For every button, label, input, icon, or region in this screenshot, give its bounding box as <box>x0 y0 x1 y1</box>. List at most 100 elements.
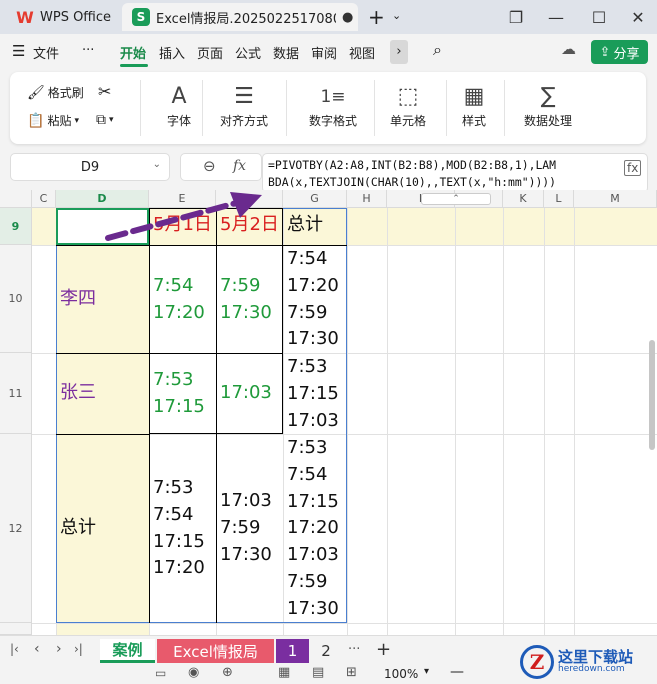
watermark-subtext: heredown.com <box>558 664 625 675</box>
sheet-tab-1[interactable]: 1 <box>276 639 309 663</box>
maximize-button[interactable]: ☐ <box>583 4 615 30</box>
cell-f10[interactable]: 7:59 17:30 <box>216 273 272 327</box>
menu-file[interactable]: 文件 <box>33 43 59 62</box>
paste-button[interactable]: 📋 粘贴 ▾ <box>27 112 79 129</box>
tab-document[interactable]: S Excel情报局.202502251708001 ● <box>122 3 358 31</box>
next-sheet-icon[interactable]: › <box>56 641 62 657</box>
sheet-tab-excel[interactable]: Excel情报局 <box>157 639 274 663</box>
menu-more[interactable]: ··· <box>82 43 94 58</box>
row-header-11[interactable]: 11 <box>0 353 32 434</box>
tab-document-label: Excel情报局.202502251708001 <box>156 11 336 27</box>
add-sheet-icon[interactable]: + <box>376 639 391 660</box>
cell-f11[interactable]: 17:03 <box>216 380 272 407</box>
share-button[interactable]: ⇪ 分享 <box>591 40 648 64</box>
column-header-m[interactable]: M <box>574 190 657 208</box>
formula-tools: ⊖ fx <box>180 153 262 181</box>
cell-e10[interactable]: 7:54 17:20 <box>149 273 205 327</box>
zoom-dropdown-icon[interactable]: ▾ <box>424 666 429 677</box>
restore-window-icon[interactable]: ❐ <box>500 4 532 30</box>
gridline <box>544 208 545 635</box>
copy-chevron-icon: ▾ <box>109 115 114 125</box>
focus-mode-icon[interactable]: ⊕ <box>222 665 233 680</box>
collapse-formula-icon[interactable]: ⌃ <box>421 193 491 205</box>
share-label: 分享 <box>613 46 640 62</box>
insert-function-icon[interactable]: fx <box>624 160 642 176</box>
cell-f12[interactable]: 17:03 7:59 17:30 <box>216 488 272 568</box>
name-box[interactable]: D9 ⌄ <box>10 153 170 181</box>
page-layout-view-icon[interactable]: ▤ <box>312 665 324 680</box>
eye-protection-icon[interactable]: ◉ <box>188 665 199 680</box>
tab-wps-office[interactable]: W WPS Office <box>4 3 114 31</box>
first-sheet-icon[interactable]: |‹ <box>10 642 19 656</box>
column-header-g[interactable]: G <box>283 190 347 208</box>
paste-label: 粘贴 <box>47 114 72 128</box>
zoom-formula-icon[interactable]: ⊖ <box>203 157 216 175</box>
new-tab-button[interactable]: + <box>368 5 385 29</box>
page-break-view-icon[interactable]: ⊞ <box>346 665 357 680</box>
close-button[interactable]: ✕ <box>622 4 654 30</box>
alignment-group-button[interactable]: ☰ 对齐方式 <box>208 82 280 129</box>
column-header-c[interactable]: C <box>32 190 56 208</box>
cell-g9[interactable]: 总计 <box>283 212 323 239</box>
cell-d11[interactable]: 张三 <box>56 380 96 407</box>
style-group-button[interactable]: ▦ 样式 <box>450 82 498 129</box>
more-sheets-icon[interactable]: ··· <box>348 642 360 657</box>
column-header-k[interactable]: K <box>503 190 544 208</box>
ribbon-divider <box>286 80 287 136</box>
paste-icon: 📋 <box>27 112 45 129</box>
sheet-tab-2[interactable]: 2 <box>311 639 341 663</box>
layout-icon[interactable]: ▭ <box>155 666 166 680</box>
paste-chevron-icon: ▾ <box>74 115 79 126</box>
search-icon[interactable]: ⌕ <box>433 40 442 60</box>
minimize-button[interactable]: — <box>540 4 572 30</box>
cell-e12[interactable]: 7:53 7:54 17:15 17:20 <box>149 475 205 582</box>
tab-list-chevron-icon[interactable]: ⌄ <box>392 9 401 22</box>
ribbon-scroll-right-icon[interactable]: › <box>390 40 408 64</box>
normal-view-icon[interactable]: ▦ <box>278 665 290 680</box>
spreadsheet-grid[interactable]: C D E F G H I J K L M 9 10 11 12 5月1日 5月… <box>0 190 657 635</box>
row-header-9[interactable]: 9 <box>0 208 32 245</box>
format-painter-button[interactable]: 🖌 格式刷 <box>27 84 84 101</box>
cloud-sync-icon[interactable]: ☁ <box>561 40 576 58</box>
cell-g12[interactable]: 7:53 7:54 17:15 17:20 17:03 7:59 17:30 <box>283 435 339 623</box>
fx-icon[interactable]: fx <box>233 158 246 174</box>
column-header-l[interactable]: L <box>544 190 574 208</box>
select-all-corner[interactable] <box>0 190 32 208</box>
menu-view[interactable]: 视图 <box>349 43 375 62</box>
prev-sheet-icon[interactable]: ‹ <box>34 641 40 657</box>
menu-review[interactable]: 审阅 <box>311 43 337 62</box>
pivot-divider <box>56 434 149 435</box>
cell-group-button[interactable]: ⬚ 单元格 <box>378 82 438 129</box>
row-header-10[interactable]: 10 <box>0 245 32 353</box>
sheet-tab-case[interactable]: 案例 <box>100 639 155 663</box>
cell-g11[interactable]: 7:53 17:15 17:03 <box>283 354 339 434</box>
font-group-button[interactable]: A 字体 <box>150 82 208 129</box>
ribbon-divider <box>202 80 203 136</box>
cell-d12[interactable]: 总计 <box>56 515 96 542</box>
cell-g10[interactable]: 7:54 17:20 7:59 17:30 <box>283 246 339 353</box>
menu-data[interactable]: 数据 <box>273 43 299 62</box>
formula-input[interactable]: =PIVOTBY(A2:A8,INT(B2:B8),MOD(B2:B8,1),L… <box>268 157 618 191</box>
data-processing-group-button[interactable]: ∑ 数据处理 <box>510 82 586 129</box>
row-header-12[interactable]: 12 <box>0 434 32 623</box>
menu-formula[interactable]: 公式 <box>235 43 261 62</box>
tab-wps-label: WPS Office <box>40 9 112 25</box>
menu-icon[interactable]: ☰ <box>12 42 25 60</box>
cell-d10[interactable]: 李四 <box>56 286 96 313</box>
copy-button[interactable]: ⧉ ▾ <box>96 112 114 128</box>
zoom-level[interactable]: 100% <box>384 667 418 681</box>
number-format-group-button[interactable]: 1≡ 数字格式 <box>294 82 372 129</box>
zoom-out-icon[interactable]: — <box>450 664 464 680</box>
last-sheet-icon[interactable]: ›| <box>74 642 83 656</box>
spreadsheet-logo-icon: S <box>132 8 150 26</box>
column-header-h[interactable]: H <box>347 190 387 208</box>
cut-icon[interactable]: ✂ <box>98 82 111 101</box>
cell-e11[interactable]: 7:53 17:15 <box>149 367 205 421</box>
menu-insert[interactable]: 插入 <box>159 43 185 62</box>
menu-home[interactable]: 开始 <box>120 43 146 62</box>
menu-page[interactable]: 页面 <box>197 43 223 62</box>
row-header-13[interactable] <box>0 623 32 635</box>
unsaved-dot-icon[interactable]: ● <box>342 10 353 25</box>
vertical-scrollbar[interactable] <box>649 340 655 450</box>
cell-group-label: 单元格 <box>389 114 426 128</box>
